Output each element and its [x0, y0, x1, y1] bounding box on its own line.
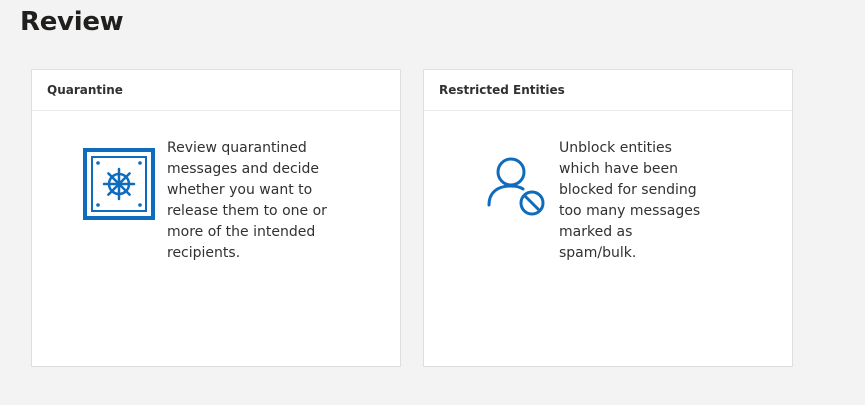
card-title: Quarantine	[32, 70, 400, 111]
card-description: Unblock entities which have been blocked…	[559, 140, 701, 261]
card-title: Restricted Entities	[424, 70, 792, 111]
card-description: Review quarantined messages and decide w…	[167, 140, 327, 261]
blocked-user-icon	[485, 153, 553, 225]
page-title: Review	[20, 7, 124, 37]
vault-icon	[83, 148, 155, 224]
quarantine-card[interactable]: Quarantine Review quarantined messages a…	[31, 69, 401, 367]
restricted-entities-card[interactable]: Restricted Entities Unblock entities whi…	[423, 69, 793, 367]
